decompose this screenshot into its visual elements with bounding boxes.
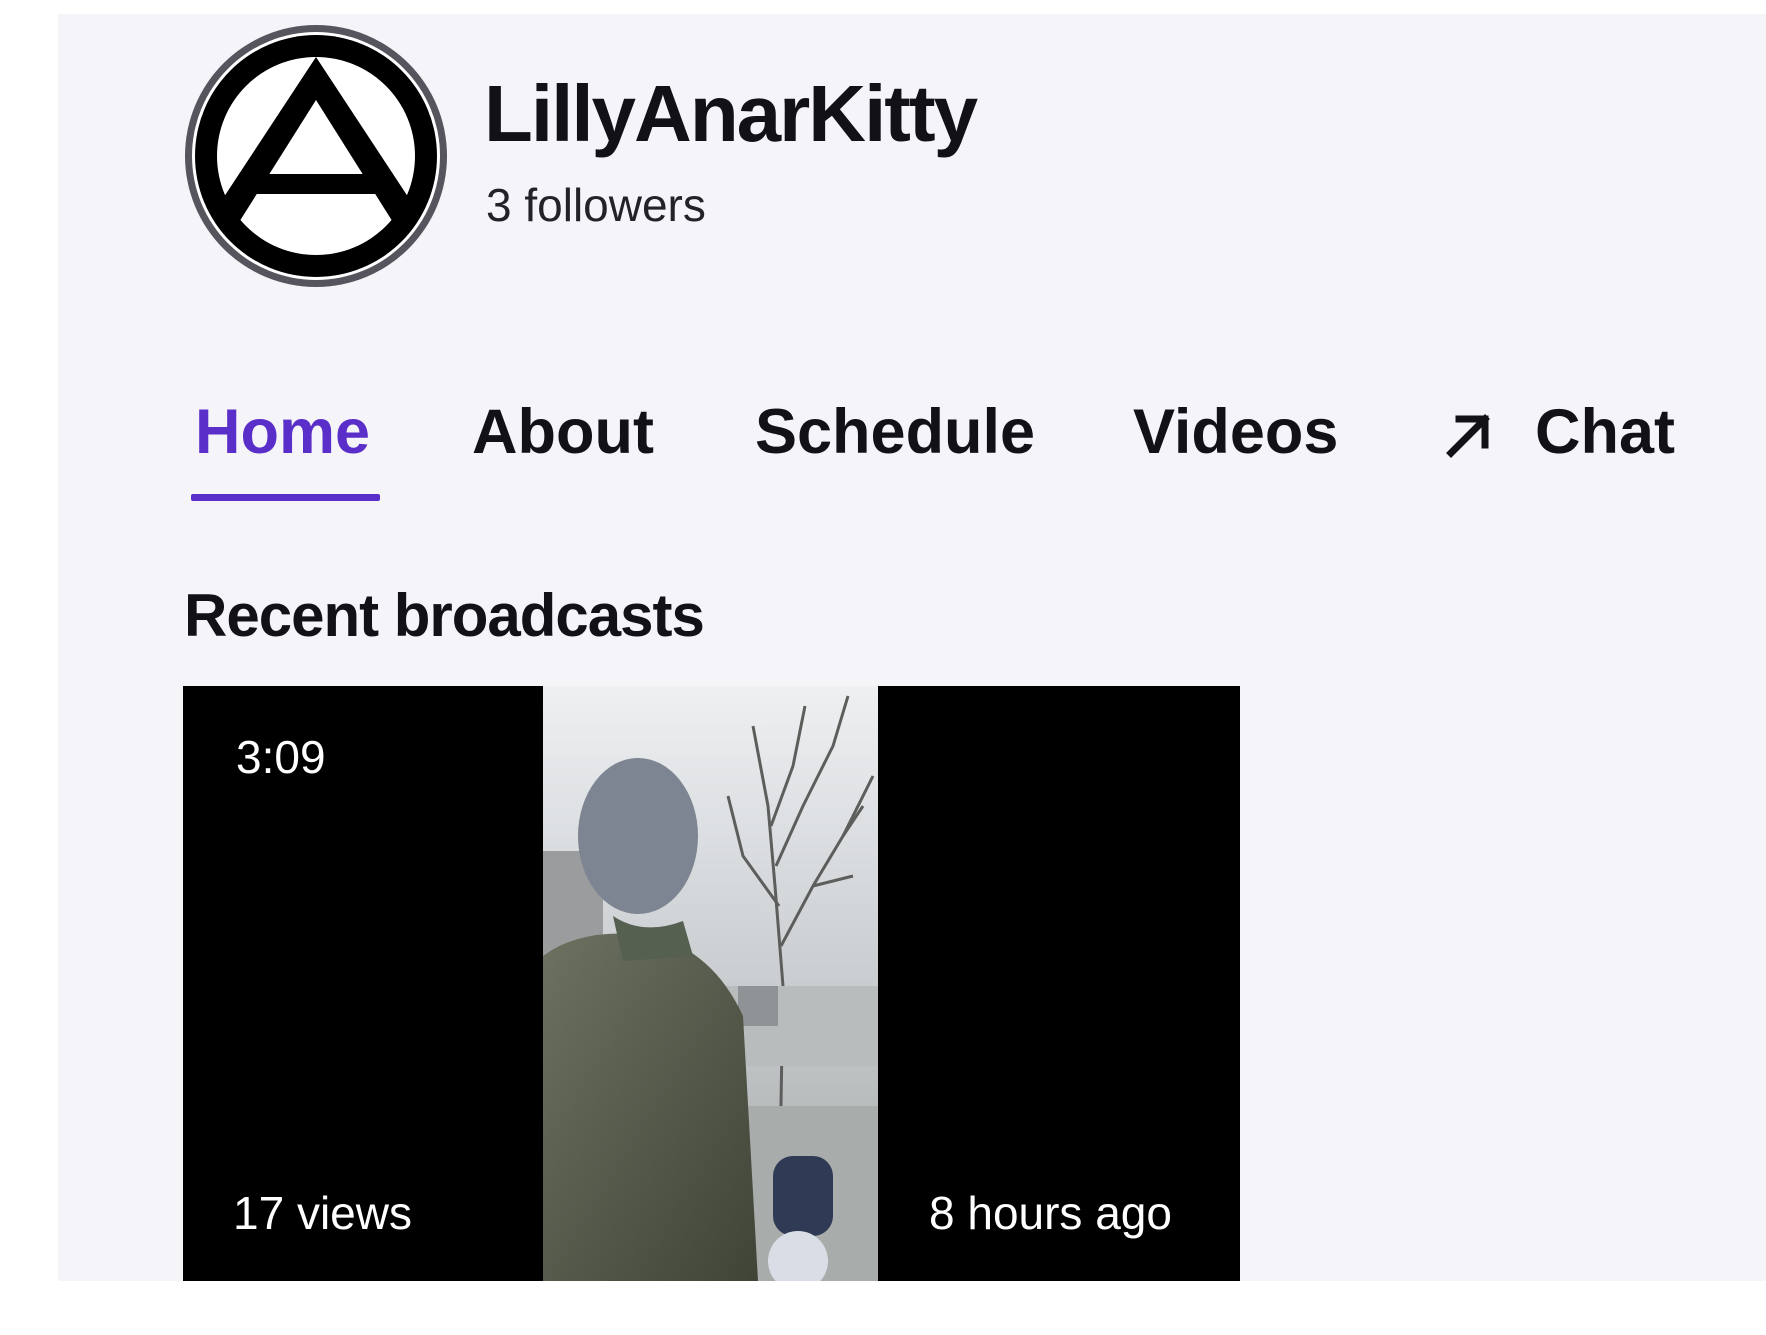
follower-count: 3 followers <box>486 179 706 231</box>
video-preview-image <box>543 686 878 1281</box>
tab-schedule[interactable]: Schedule <box>755 397 1035 467</box>
tab-about[interactable]: About <box>472 397 654 467</box>
tab-videos[interactable]: Videos <box>1133 397 1338 467</box>
tab-chat[interactable]: Chat <box>1445 397 1675 467</box>
tab-chat-label: Chat <box>1535 397 1675 467</box>
broadcast-age: 8 hours ago <box>929 1187 1172 1239</box>
broadcast-thumbnail[interactable]: 3:09 17 views 8 hours ago <box>183 686 1240 1281</box>
anarchy-symbol-icon <box>192 32 440 280</box>
tab-home[interactable]: Home <box>195 397 370 467</box>
active-tab-indicator <box>191 494 380 501</box>
video-duration: 3:09 <box>236 731 326 783</box>
channel-avatar[interactable] <box>185 25 447 287</box>
external-arrow-icon <box>1445 411 1493 464</box>
channel-name: LillyAnarKitty <box>484 69 978 158</box>
section-title: Recent broadcasts <box>184 582 705 649</box>
view-count: 17 views <box>233 1187 412 1239</box>
